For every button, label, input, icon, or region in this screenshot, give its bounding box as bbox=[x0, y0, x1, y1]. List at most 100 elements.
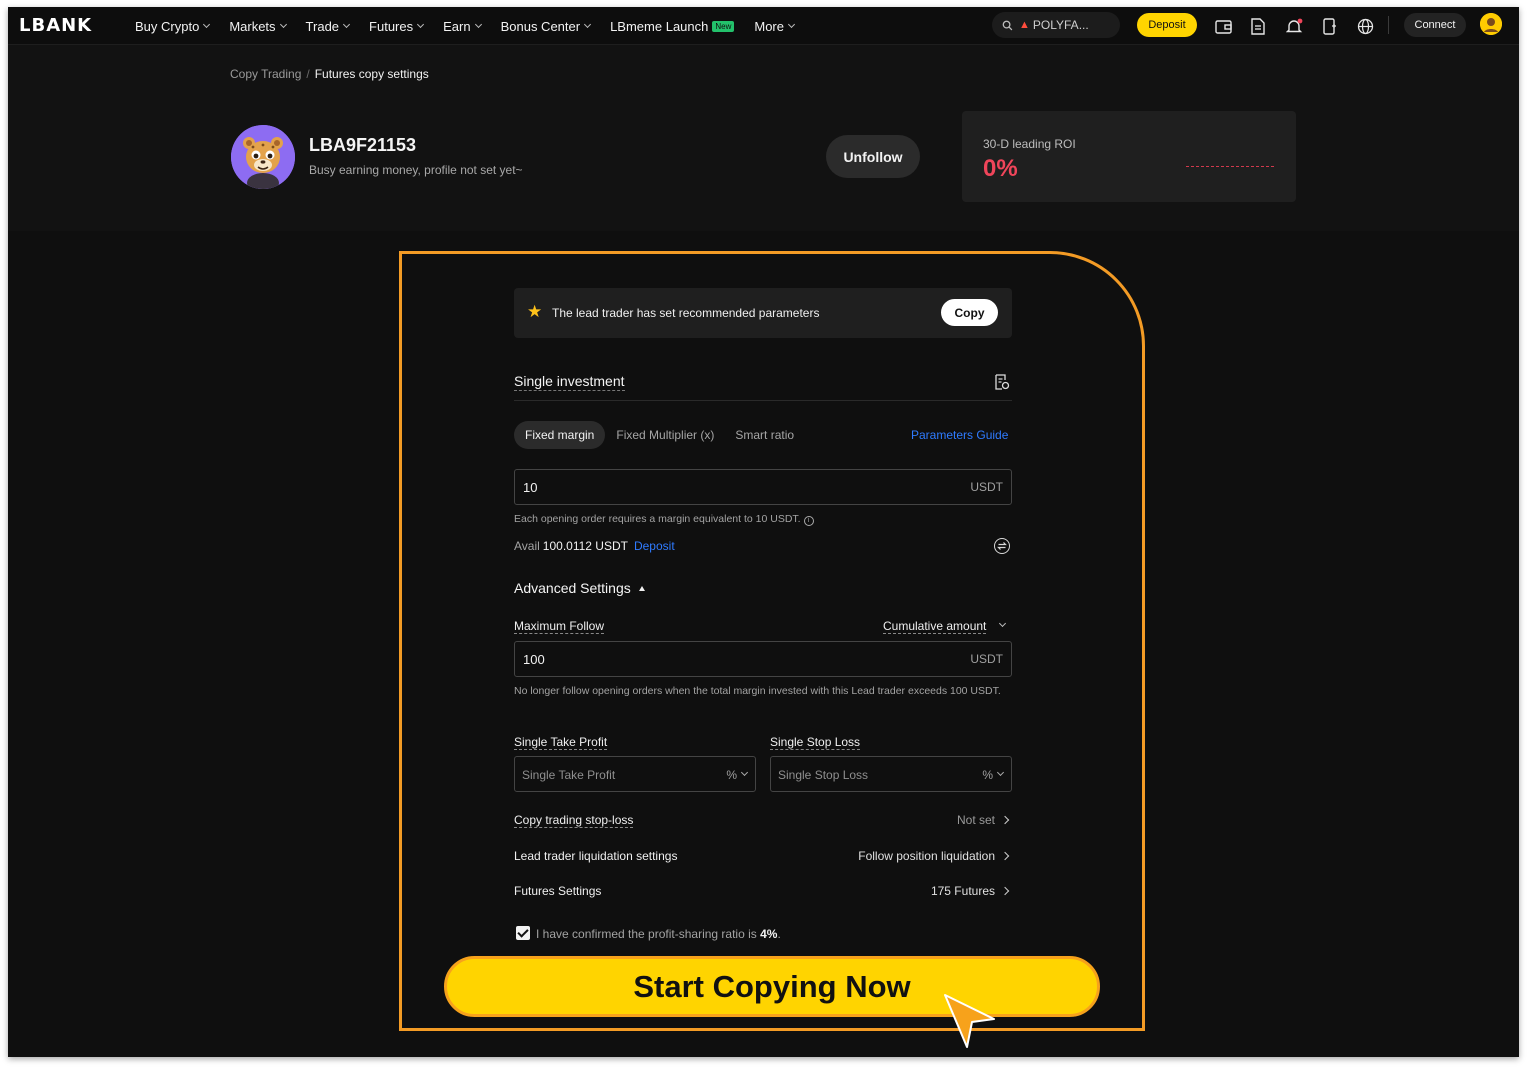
stop-loss-placeholder: Single Stop Loss bbox=[778, 768, 869, 782]
chevron-down-icon bbox=[740, 768, 749, 777]
chevron-down-icon bbox=[203, 20, 211, 29]
confirm-suffix: . bbox=[777, 927, 781, 941]
unfollow-button[interactable]: Unfollow bbox=[826, 135, 920, 178]
pointer-cursor-icon bbox=[942, 992, 1002, 1052]
profit-sharing-ratio: 4% bbox=[760, 927, 778, 941]
nav-item-more[interactable]: More bbox=[754, 18, 796, 34]
maximum-follow-value: 100 bbox=[523, 652, 545, 667]
chevron-down-icon bbox=[417, 20, 425, 29]
stop-loss-unit: % bbox=[982, 768, 993, 782]
caret-up-icon bbox=[638, 586, 645, 591]
top-nav: LBANK Buy Crypto Markets Trade Futures E… bbox=[8, 7, 1519, 45]
search-hot-term: POLYFA... bbox=[1032, 18, 1089, 32]
copy-trading-stop-loss-value[interactable]: Not set bbox=[957, 813, 995, 827]
copy-trading-stop-loss-label[interactable]: Copy trading stop-loss bbox=[514, 813, 634, 828]
margin-hint: Each opening order requires a margin equ… bbox=[514, 512, 814, 527]
nav-item-earn[interactable]: Earn bbox=[443, 18, 482, 34]
chevron-down-icon bbox=[474, 20, 482, 29]
margin-unit: USDT bbox=[970, 480, 1003, 494]
search-icon bbox=[1002, 20, 1013, 30]
maximum-follow-label[interactable]: Maximum Follow bbox=[514, 619, 605, 634]
wallet-icon[interactable] bbox=[1213, 16, 1233, 36]
take-profit-placeholder: Single Take Profit bbox=[522, 768, 616, 782]
recommended-parameters-banner: ★ The lead trader has set recommended pa… bbox=[514, 288, 1012, 338]
avail-label: Avail bbox=[514, 539, 540, 553]
copy-parameters-button[interactable]: Copy bbox=[941, 299, 998, 326]
deposit-link[interactable]: Deposit bbox=[634, 539, 675, 553]
flame-icon: ▲ bbox=[1019, 19, 1030, 31]
nav-item-label: Futures bbox=[369, 18, 414, 34]
app-window: LBANK Buy Crypto Markets Trade Futures E… bbox=[8, 7, 1519, 1057]
orders-icon[interactable] bbox=[1248, 16, 1268, 36]
new-badge: New bbox=[712, 20, 735, 32]
lbank-logo[interactable]: LBANK bbox=[19, 15, 92, 36]
roi-sparkline bbox=[1186, 166, 1274, 167]
trader-avatar bbox=[231, 125, 295, 189]
chevron-down-icon bbox=[787, 20, 796, 29]
breadcrumb-separator: / bbox=[306, 67, 310, 81]
nav-item-label: Earn bbox=[443, 18, 471, 34]
single-investment-title[interactable]: Single investment bbox=[514, 373, 625, 391]
connect-button[interactable]: Connect bbox=[1404, 13, 1466, 37]
download-icon[interactable] bbox=[1320, 16, 1340, 36]
transfer-icon[interactable] bbox=[994, 538, 1010, 554]
liquidation-settings-value[interactable]: Follow position liquidation bbox=[858, 849, 995, 863]
bell-icon[interactable] bbox=[1284, 16, 1304, 36]
chevron-down-icon bbox=[584, 20, 592, 29]
maximum-follow-unit: USDT bbox=[970, 652, 1003, 666]
nav-item-label: Markets bbox=[229, 18, 276, 34]
nav-item-label: LBmeme Launch bbox=[610, 18, 709, 34]
nav-item-bonus-center[interactable]: Bonus Center bbox=[500, 18, 592, 34]
single-stop-loss-input[interactable]: Single Stop Loss % bbox=[770, 756, 1012, 792]
take-profit-unit: % bbox=[726, 768, 737, 782]
trader-bio: Busy earning money, profile not set yet~ bbox=[309, 163, 523, 177]
nav-item-label: More bbox=[754, 18, 784, 34]
breadcrumb-copy-trading[interactable]: Copy Trading bbox=[230, 67, 301, 81]
deposit-button[interactable]: Deposit bbox=[1137, 13, 1197, 37]
confirm-checkbox[interactable] bbox=[516, 926, 530, 940]
maximum-follow-input[interactable]: 100 USDT bbox=[514, 641, 1012, 677]
roi-value: 0% bbox=[983, 155, 1018, 182]
futures-settings-label: Futures Settings bbox=[514, 884, 602, 898]
breadcrumb: Copy Trading / Futures copy settings bbox=[230, 67, 429, 81]
chevron-down-icon bbox=[279, 20, 287, 29]
nav-item-buy-crypto[interactable]: Buy Crypto bbox=[135, 18, 211, 34]
tab-smart-ratio[interactable]: Smart ratio bbox=[735, 428, 794, 442]
parameters-guide-link[interactable]: Parameters Guide bbox=[911, 428, 1008, 442]
nav-item-trade[interactable]: Trade bbox=[306, 19, 351, 34]
user-avatar[interactable] bbox=[1480, 13, 1502, 35]
advanced-settings-title: Advanced Settings bbox=[514, 580, 631, 596]
single-stop-loss-label[interactable]: Single Stop Loss bbox=[770, 735, 861, 750]
nav-item-label: Bonus Center bbox=[500, 18, 581, 34]
star-icon: ★ bbox=[527, 302, 543, 321]
breadcrumb-current: Futures copy settings bbox=[314, 67, 429, 81]
nav-item-futures[interactable]: Futures bbox=[369, 18, 425, 34]
futures-settings-value[interactable]: 175 Futures bbox=[931, 884, 995, 898]
liquidation-settings-label: Lead trader liquidation settings bbox=[514, 849, 678, 863]
recommended-text: The lead trader has set recommended para… bbox=[552, 306, 820, 320]
single-take-profit-label[interactable]: Single Take Profit bbox=[514, 735, 608, 750]
nav-item-markets[interactable]: Markets bbox=[229, 18, 287, 34]
confirm-text: I have confirmed the profit-sharing rati… bbox=[536, 927, 757, 941]
roi-label: 30-D leading ROI bbox=[983, 137, 1076, 151]
nav-divider bbox=[1388, 16, 1389, 34]
avail-amount: 100.0112 USDT bbox=[542, 539, 628, 553]
advanced-settings-toggle[interactable]: Advanced Settings bbox=[514, 580, 645, 596]
globe-icon[interactable] bbox=[1355, 16, 1375, 36]
search-input[interactable]: ▲ POLYFA... bbox=[992, 12, 1120, 38]
nav-item-lbmeme-launch[interactable]: LBmeme Launch New bbox=[610, 18, 735, 34]
margin-amount-value: 10 bbox=[523, 480, 538, 495]
nav-item-label: Buy Crypto bbox=[135, 18, 200, 34]
tab-fixed-margin[interactable]: Fixed margin bbox=[514, 420, 606, 449]
available-balance: Avail 100.0112 USDT Deposit bbox=[514, 539, 675, 553]
cumulative-amount-select[interactable]: Cumulative amount bbox=[883, 619, 987, 634]
section-divider bbox=[514, 400, 1012, 401]
confirm-profit-sharing: I have confirmed the profit-sharing rati… bbox=[536, 927, 781, 941]
record-icon[interactable] bbox=[994, 374, 1010, 390]
single-take-profit-input[interactable]: Single Take Profit % bbox=[514, 756, 756, 792]
info-icon[interactable]: i bbox=[803, 516, 814, 526]
roi-card: 30-D leading ROI 0% bbox=[962, 111, 1296, 202]
margin-amount-input[interactable]: 10 USDT bbox=[514, 469, 1012, 505]
tab-fixed-multiplier[interactable]: Fixed Multiplier (x) bbox=[616, 428, 714, 442]
nav-menu: Buy Crypto Markets Trade Futures Earn Bo… bbox=[135, 7, 814, 45]
